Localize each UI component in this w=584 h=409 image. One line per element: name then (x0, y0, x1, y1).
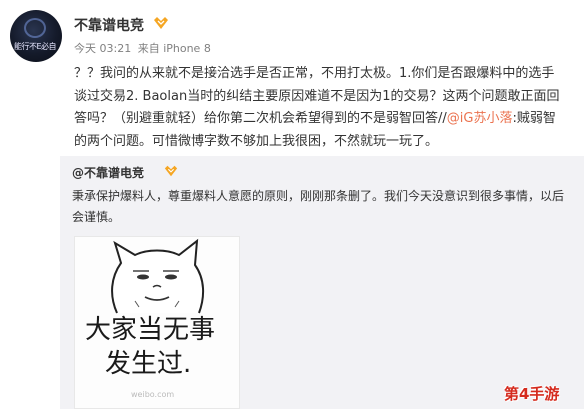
repost-username[interactable]: @不靠谱电竞 (72, 164, 144, 181)
avatar-caption: 能行不E必自 (14, 42, 57, 51)
meme-watermark: weibo.com (131, 390, 175, 399)
meme-caption-line2: 发生过. (105, 349, 192, 379)
weibo-post: 能行不E必自 不靠谱电竞 今天 03:21 来自 iPhone 8 ？？我问的从… (0, 0, 584, 409)
repost-text: 秉承保护爆料人，尊重爆料人意愿的原则，刚刚那条删了。我们今天没意识到很多事情，以… (72, 189, 565, 224)
meme-image[interactable]: 大家当无事 发生过. weibo.com (74, 236, 240, 409)
post-meta: 今天 03:21 来自 iPhone 8 (74, 40, 211, 56)
user-avatar[interactable]: 能行不E必自 (10, 10, 62, 62)
post-content: ？？我问的从来就不是接洽选手是否正常，不用打太极。1.你们是否跟爆料中的选手谈过… (74, 63, 566, 153)
cat-face-icon (111, 238, 205, 314)
avatar-decoration (24, 18, 46, 38)
meme-caption-line1: 大家当无事 (85, 315, 216, 345)
reposted-card: @不靠谱电竞 秉承保护爆料人，尊重爆料人意愿的原则，刚刚那条删了。我们今天没意识… (60, 156, 584, 409)
vip-badge-icon (154, 17, 168, 29)
mention-link[interactable]: @iG苏小落 (447, 111, 513, 126)
post-source: 来自 iPhone 8 (137, 42, 211, 55)
vip-badge-icon (164, 165, 178, 177)
site-watermark: 第4手游 (504, 385, 560, 403)
post-time[interactable]: 今天 03:21 (74, 42, 131, 55)
post-username[interactable]: 不靠谱电竞 (74, 15, 144, 35)
